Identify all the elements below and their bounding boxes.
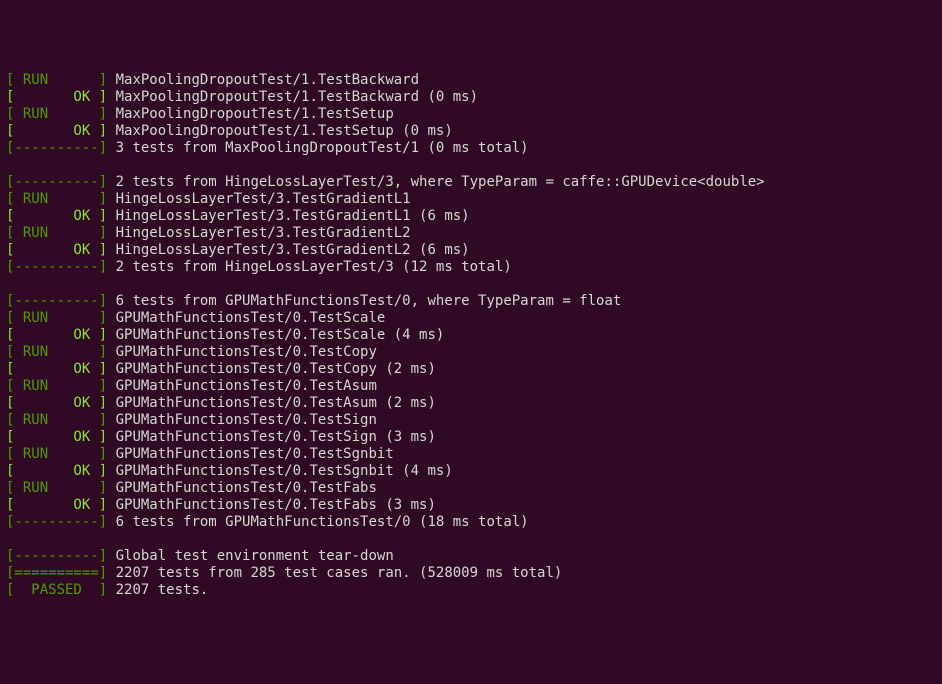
terminal-output: [ RUN ] MaxPoolingDropoutTest/1.TestBack… (6, 72, 936, 599)
output-line: [ OK ] GPUMathFunctionsTest/0.TestSign (… (6, 429, 936, 446)
output-line: [----------] 2 tests from HingeLossLayer… (6, 259, 936, 276)
status-tag: [ RUN ] (6, 344, 107, 360)
message-text: 2207 tests. (116, 582, 209, 598)
message-text: 3 tests from MaxPoolingDropoutTest/1 (0 … (116, 140, 529, 156)
message-text: GPUMathFunctionsTest/0.TestFabs (3 ms) (116, 497, 436, 513)
output-line: [==========] 2207 tests from 285 test ca… (6, 565, 936, 582)
message-text: GPUMathFunctionsTest/0.TestScale (4 ms) (116, 327, 445, 343)
output-line: [ OK ] HingeLossLayerTest/3.TestGradient… (6, 208, 936, 225)
message-text: MaxPoolingDropoutTest/1.TestBackward (0 … (116, 89, 478, 105)
status-tag: [ RUN ] (6, 412, 107, 428)
output-line: [ OK ] GPUMathFunctionsTest/0.TestAsum (… (6, 395, 936, 412)
message-text: HingeLossLayerTest/3.TestGradientL2 (6 m… (116, 242, 470, 258)
message-text: Global test environment tear-down (116, 548, 394, 564)
output-line (6, 531, 936, 548)
message-text: GPUMathFunctionsTest/0.TestSign (116, 412, 377, 428)
output-line: [----------] 3 tests from MaxPoolingDrop… (6, 140, 936, 157)
status-tag: [ OK ] (6, 327, 107, 343)
message-text: 2 tests from HingeLossLayerTest/3 (12 ms… (116, 259, 512, 275)
status-tag: [ OK ] (6, 242, 107, 258)
message-text: MaxPoolingDropoutTest/1.TestSetup (116, 106, 394, 122)
output-line: [ OK ] GPUMathFunctionsTest/0.TestCopy (… (6, 361, 936, 378)
output-line: [ RUN ] GPUMathFunctionsTest/0.TestSign (6, 412, 936, 429)
message-text: 2 tests from HingeLossLayerTest/3, where… (116, 174, 765, 190)
message-text: 6 tests from GPUMathFunctionsTest/0 (18 … (116, 514, 529, 530)
status-tag: [ OK ] (6, 208, 107, 224)
output-line: [----------] 2 tests from HingeLossLayer… (6, 174, 936, 191)
status-tag: [----------] (6, 293, 107, 309)
output-line: [----------] 6 tests from GPUMathFunctio… (6, 514, 936, 531)
status-tag: [----------] (6, 514, 107, 530)
message-text: GPUMathFunctionsTest/0.TestSgnbit (4 ms) (116, 463, 453, 479)
status-tag: [ RUN ] (6, 446, 107, 462)
status-tag: [ OK ] (6, 395, 107, 411)
status-tag: [ PASSED ] (6, 582, 107, 598)
status-tag: [ OK ] (6, 463, 107, 479)
message-text: GPUMathFunctionsTest/0.TestSign (3 ms) (116, 429, 436, 445)
status-tag: [ OK ] (6, 361, 107, 377)
message-text: 6 tests from GPUMathFunctionsTest/0, whe… (116, 293, 622, 309)
output-line: [----------] 6 tests from GPUMathFunctio… (6, 293, 936, 310)
status-tag: [==========] (6, 565, 107, 581)
message-text: GPUMathFunctionsTest/0.TestSgnbit (116, 446, 394, 462)
output-line (6, 157, 936, 174)
status-tag: [----------] (6, 548, 107, 564)
output-line: [ RUN ] GPUMathFunctionsTest/0.TestCopy (6, 344, 936, 361)
message-text: MaxPoolingDropoutTest/1.TestSetup (0 ms) (116, 123, 453, 139)
output-line: [ RUN ] HingeLossLayerTest/3.TestGradien… (6, 191, 936, 208)
message-text: GPUMathFunctionsTest/0.TestCopy (116, 344, 377, 360)
status-tag: [ OK ] (6, 497, 107, 513)
output-line: [ RUN ] GPUMathFunctionsTest/0.TestSgnbi… (6, 446, 936, 463)
output-line: [ RUN ] MaxPoolingDropoutTest/1.TestBack… (6, 72, 936, 89)
output-line: [ OK ] GPUMathFunctionsTest/0.TestFabs (… (6, 497, 936, 514)
output-line: [ RUN ] MaxPoolingDropoutTest/1.TestSetu… (6, 106, 936, 123)
status-tag: [ OK ] (6, 89, 107, 105)
status-tag: [ RUN ] (6, 310, 107, 326)
message-text: GPUMathFunctionsTest/0.TestCopy (2 ms) (116, 361, 436, 377)
status-tag: [ RUN ] (6, 225, 107, 241)
output-line: [ OK ] GPUMathFunctionsTest/0.TestSgnbit… (6, 463, 936, 480)
message-text: HingeLossLayerTest/3.TestGradientL1 (6 m… (116, 208, 470, 224)
message-text: MaxPoolingDropoutTest/1.TestBackward (116, 72, 419, 88)
output-line: [ OK ] MaxPoolingDropoutTest/1.TestSetup… (6, 123, 936, 140)
status-tag: [ RUN ] (6, 480, 107, 496)
output-line: [ RUN ] HingeLossLayerTest/3.TestGradien… (6, 225, 936, 242)
status-tag: [ OK ] (6, 429, 107, 445)
status-tag: [ RUN ] (6, 378, 107, 394)
message-text: 2207 tests from 285 test cases ran. (528… (116, 565, 563, 581)
output-line: [ PASSED ] 2207 tests. (6, 582, 936, 599)
status-tag: [ RUN ] (6, 72, 107, 88)
output-line: [ RUN ] GPUMathFunctionsTest/0.TestAsum (6, 378, 936, 395)
message-text: HingeLossLayerTest/3.TestGradientL2 (116, 225, 411, 241)
message-text: GPUMathFunctionsTest/0.TestAsum (2 ms) (116, 395, 436, 411)
output-line: [ OK ] MaxPoolingDropoutTest/1.TestBackw… (6, 89, 936, 106)
output-line: [ RUN ] GPUMathFunctionsTest/0.TestScale (6, 310, 936, 327)
message-text: HingeLossLayerTest/3.TestGradientL1 (116, 191, 411, 207)
status-tag: [ OK ] (6, 123, 107, 139)
output-line: [ OK ] GPUMathFunctionsTest/0.TestScale … (6, 327, 936, 344)
output-line (6, 276, 936, 293)
status-tag: [----------] (6, 140, 107, 156)
output-line: [ OK ] HingeLossLayerTest/3.TestGradient… (6, 242, 936, 259)
status-tag: [----------] (6, 259, 107, 275)
status-tag: [----------] (6, 174, 107, 190)
status-tag: [ RUN ] (6, 191, 107, 207)
message-text: GPUMathFunctionsTest/0.TestScale (116, 310, 386, 326)
message-text: GPUMathFunctionsTest/0.TestAsum (116, 378, 377, 394)
status-tag: [ RUN ] (6, 106, 107, 122)
output-line: [----------] Global test environment tea… (6, 548, 936, 565)
output-line: [ RUN ] GPUMathFunctionsTest/0.TestFabs (6, 480, 936, 497)
message-text: GPUMathFunctionsTest/0.TestFabs (116, 480, 377, 496)
